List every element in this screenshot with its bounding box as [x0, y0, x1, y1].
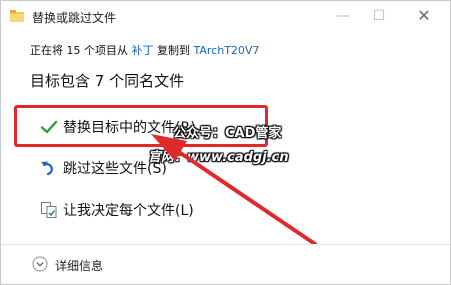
more-details-label: 详细信息	[55, 259, 104, 273]
folder-icon	[10, 10, 24, 22]
watermark-line-2: 官网：www.cadgj.cn	[148, 150, 289, 165]
chevron-down-icon	[32, 256, 48, 272]
destination-folder-link[interactable]: TArchT20V7	[194, 44, 260, 57]
skip-icon	[41, 161, 53, 176]
maximize-button[interactable]: ☐	[364, 6, 394, 26]
conflict-heading: 目标包含 7 个同名文件	[30, 72, 185, 90]
info-middle: 复制到	[157, 44, 190, 57]
info-prefix: 正在将 15 个项目从	[30, 44, 128, 57]
decide-each-file-option[interactable]: 让我决定每个文件(L)	[30, 195, 260, 225]
more-details-button[interactable]: 详细信息	[32, 255, 122, 275]
close-button[interactable]: ✕	[409, 6, 439, 26]
window-title: 替换或跳过文件	[32, 11, 117, 25]
minimize-button[interactable]: —	[328, 6, 358, 26]
watermark-line-1: 公众号：CAD管家	[173, 126, 282, 141]
title-bar: 替换或跳过文件 — ☐ ✕	[1, 1, 450, 31]
replace-or-skip-dialog: 替换或跳过文件 — ☐ ✕ 正在将 15 个项目从 补丁 复制到 TArchT2…	[0, 0, 451, 285]
compare-files-icon	[41, 202, 57, 218]
dialog-footer: 详细信息	[1, 244, 450, 284]
decide-each-file-label: 让我决定每个文件(L)	[63, 203, 194, 219]
source-folder-link[interactable]: 补丁	[132, 44, 154, 57]
copy-info-text: 正在将 15 个项目从 补丁 复制到 TArchT20V7	[30, 42, 259, 58]
